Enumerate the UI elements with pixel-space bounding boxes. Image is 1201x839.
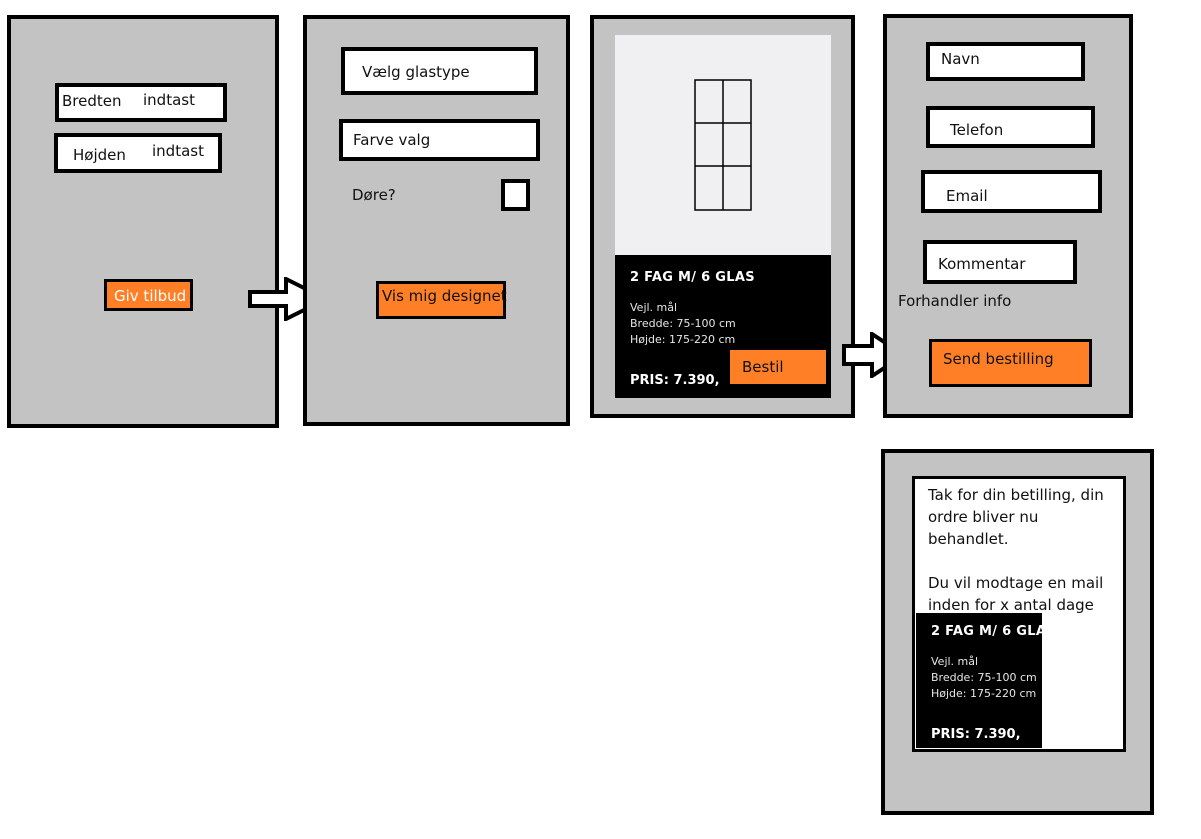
dealer-info: Forhandler info [898, 292, 1012, 310]
thanks-line-3: behandlet. [928, 530, 1009, 548]
glass-type-select[interactable]: Vælg glastype [341, 47, 538, 95]
price: PRIS: 7.390, [931, 727, 1021, 742]
height-label: Højden [73, 146, 126, 164]
order-button[interactable]: Bestil [730, 350, 826, 384]
show-design-button[interactable]: Vis mig designet [376, 281, 507, 319]
window-preview-image [615, 35, 831, 255]
width-placeholder: indtast [143, 91, 195, 109]
width-range: Bredde: 75-100 cm [630, 317, 736, 330]
phone-field[interactable]: Telefon [926, 106, 1095, 148]
comment-field[interactable]: Kommentar [923, 240, 1077, 284]
mail-line-2: inden for x antal dage [928, 596, 1094, 614]
product-title: 2 FAG M/ 6 GLAS [931, 624, 1056, 639]
name-field[interactable]: Navn [926, 42, 1085, 81]
window-6-panes-icon [694, 79, 752, 211]
send-order-button[interactable]: Send bestilling [929, 339, 1092, 387]
thanks-line-1: Tak for din betilling, din [928, 486, 1104, 504]
width-input[interactable]: Bredten indtast [55, 83, 227, 122]
give-offer-button[interactable]: Giv tilbud [104, 279, 193, 311]
height-range: Højde: 175-220 cm [630, 333, 736, 346]
height-placeholder: indtast [152, 142, 204, 160]
height-range: Højde: 175-220 cm [931, 687, 1037, 700]
mail-line-1: Du vil modtage en mail [928, 574, 1104, 592]
width-range: Bredde: 75-100 cm [931, 671, 1037, 684]
doors-label: Døre? [352, 186, 396, 204]
price: PRIS: 7.390, [630, 373, 720, 388]
guide-label: Vejl. mål [630, 301, 678, 314]
product-title: 2 FAG M/ 6 GLAS [630, 270, 755, 285]
guide-label: Vejl. mål [931, 655, 979, 668]
email-field[interactable]: Email [921, 170, 1102, 213]
screen-1-dimensions [7, 15, 279, 428]
height-input[interactable]: Højden indtast [54, 133, 222, 173]
doors-checkbox[interactable] [501, 179, 530, 211]
color-choice-select[interactable]: Farve valg [339, 119, 540, 161]
thanks-line-2: ordre bliver nu [928, 508, 1039, 526]
order-summary-card: 2 FAG M/ 6 GLAS Vejl. mål Bredde: 75-100… [916, 613, 1056, 748]
width-label: Bredten [62, 92, 122, 110]
